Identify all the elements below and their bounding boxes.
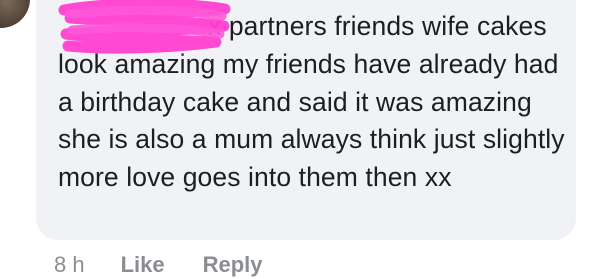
comment-actions: 8 h Like Reply <box>54 250 263 279</box>
reply-button[interactable]: Reply <box>203 252 263 278</box>
like-button[interactable]: Like <box>121 252 165 278</box>
redaction-scribble <box>58 0 231 54</box>
comment-timestamp[interactable]: 8 h <box>54 252 85 278</box>
commenter-avatar[interactable] <box>0 0 30 28</box>
